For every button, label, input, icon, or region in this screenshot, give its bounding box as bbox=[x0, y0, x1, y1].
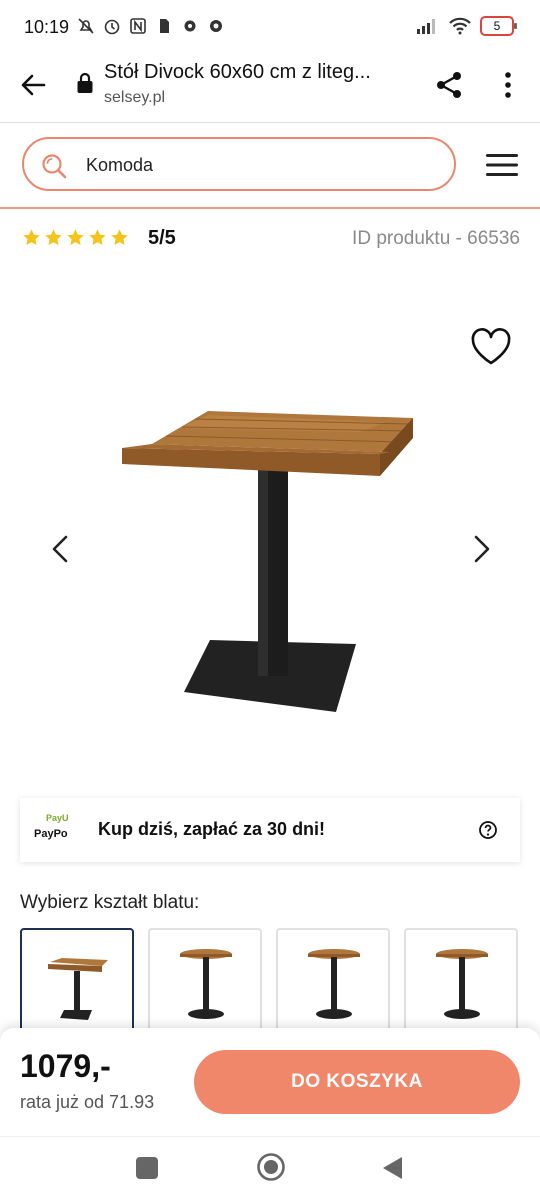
search-value: Komoda bbox=[86, 155, 154, 175]
divider bbox=[0, 122, 540, 123]
wifi-icon bbox=[449, 17, 471, 35]
share-icon[interactable] bbox=[432, 68, 466, 102]
alarm-icon bbox=[104, 19, 120, 35]
sim-icon bbox=[160, 19, 169, 33]
status-time: 10:19 bbox=[24, 17, 70, 37]
shape-selector-label: Wybierz kształt blatu: bbox=[20, 892, 200, 913]
status-icons bbox=[76, 16, 226, 36]
price-sheet: 1079,- rata już od 71.93 DO KOSZYKA bbox=[0, 1028, 540, 1136]
nfc-icon bbox=[130, 18, 146, 34]
help-icon[interactable] bbox=[478, 820, 498, 840]
nav-back-icon[interactable] bbox=[380, 1155, 404, 1181]
chevron-right-icon[interactable] bbox=[466, 532, 496, 566]
browser-bar: Stół Divock 60x60 cm z liteg... selsey.p… bbox=[0, 56, 540, 122]
menu-hamburger-icon[interactable] bbox=[484, 151, 520, 179]
star-icon bbox=[111, 229, 128, 246]
more-options-icon[interactable] bbox=[496, 68, 520, 102]
rating-stars bbox=[22, 228, 129, 247]
payment-banner[interactable]: PayU PayPo Kup dziś, zapłać za 30 dni! bbox=[20, 798, 520, 862]
rating-score: 5/5 bbox=[148, 227, 176, 249]
payu-logo: PayU bbox=[46, 813, 69, 823]
system-navbar bbox=[0, 1136, 540, 1201]
status-bar: 10:19 5 bbox=[0, 0, 540, 56]
shape-option-square[interactable] bbox=[20, 928, 134, 1038]
mute-icon bbox=[78, 18, 94, 34]
square-table-thumbnail bbox=[48, 958, 108, 1020]
accent-divider bbox=[0, 207, 540, 209]
page-domain[interactable]: selsey.pl bbox=[104, 89, 165, 107]
shape-option-round-2[interactable] bbox=[276, 928, 390, 1038]
lock-icon bbox=[77, 72, 93, 93]
battery-icon: 5 bbox=[480, 16, 517, 36]
product-id: ID produktu - 66536 bbox=[352, 228, 520, 249]
heart-favorite-icon[interactable] bbox=[469, 327, 513, 367]
round-table-thumbnail bbox=[436, 949, 488, 1019]
battery-level: 5 bbox=[493, 19, 501, 33]
search-icon bbox=[42, 154, 67, 179]
round-table-thumbnail bbox=[308, 949, 360, 1019]
back-arrow-icon[interactable] bbox=[18, 70, 48, 100]
settings-icon bbox=[184, 20, 196, 32]
search-input[interactable]: Komoda bbox=[22, 137, 456, 191]
star-icon bbox=[67, 229, 84, 246]
sync-icon bbox=[210, 20, 222, 32]
recents-icon[interactable] bbox=[136, 1157, 158, 1179]
product-price: 1079,- bbox=[20, 1048, 111, 1084]
round-table-thumbnail bbox=[180, 949, 232, 1019]
home-icon[interactable] bbox=[256, 1152, 286, 1182]
signal-icon bbox=[417, 19, 435, 34]
star-icon bbox=[23, 229, 40, 246]
payment-text: Kup dziś, zapłać za 30 dni! bbox=[98, 819, 326, 839]
shape-option-round-3[interactable] bbox=[404, 928, 518, 1038]
status-right: 5 bbox=[416, 16, 517, 36]
shape-option-round-1[interactable] bbox=[148, 928, 262, 1038]
add-to-cart-button[interactable]: DO KOSZYKA bbox=[194, 1050, 520, 1114]
star-icon bbox=[89, 229, 106, 246]
chevron-left-icon[interactable] bbox=[46, 532, 76, 566]
installment-text[interactable]: rata już od 71.93 bbox=[20, 1092, 154, 1113]
product-image bbox=[122, 411, 413, 712]
paypo-logo: PayPo bbox=[34, 828, 68, 840]
page-title[interactable]: Stół Divock 60x60 cm z liteg... bbox=[104, 61, 404, 84]
star-icon bbox=[45, 229, 62, 246]
